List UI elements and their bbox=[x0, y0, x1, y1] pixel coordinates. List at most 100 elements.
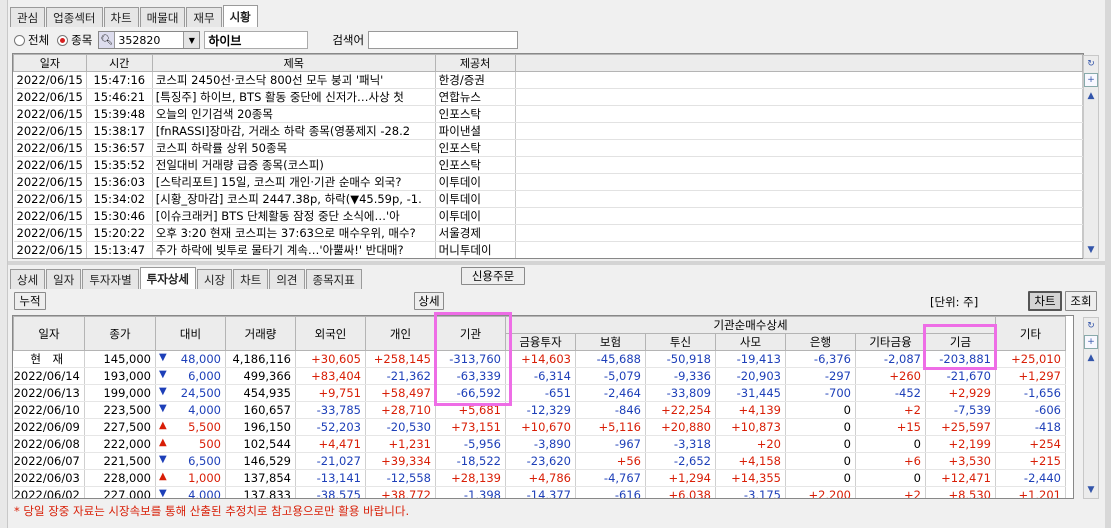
top-tab-1[interactable]: 업종섹터 bbox=[46, 7, 103, 27]
grid-value-cell: -3,890 bbox=[505, 435, 576, 453]
search-icon[interactable]: 🔍︎ bbox=[99, 32, 116, 48]
top-tab-0[interactable]: 관심 bbox=[10, 7, 46, 27]
top-tab-4[interactable]: 재무 bbox=[186, 7, 222, 27]
grid-value-cell: -418 bbox=[995, 418, 1066, 436]
news-cell: 전일대비 거래량 급증 종목(코스피) bbox=[152, 156, 436, 174]
credit-order-button[interactable]: 신용주문 bbox=[461, 267, 525, 285]
chevron-down-icon[interactable]: ▼ bbox=[183, 32, 200, 48]
grid-row[interactable]: 2022/06/09 227,500 ▲ 5,500 196,150 -52,203 -20… bbox=[13, 418, 1066, 436]
news-row[interactable]: 2022/06/15 15:46:21 [특징주] 하이브, BTS 활동 중단에 … bbox=[13, 88, 1083, 106]
grid-change-value: 5,500 bbox=[188, 420, 221, 434]
news-cell: 2022/06/15 bbox=[13, 139, 87, 157]
grid-value-cell: -12,558 bbox=[365, 469, 436, 487]
refresh-icon[interactable]: ↻ bbox=[1084, 319, 1098, 333]
cumulative-button[interactable]: 누적 bbox=[14, 292, 46, 310]
radio-all[interactable] bbox=[14, 34, 25, 46]
news-row[interactable]: 2022/06/15 15:34:02 [시황_장마감] 코스피 2447.38p,… bbox=[13, 190, 1083, 208]
news-empty-cell bbox=[515, 122, 1083, 140]
grid-value-cell: +2 bbox=[855, 401, 926, 419]
scroll-down-icon[interactable]: ▼ bbox=[1084, 243, 1098, 257]
grid-volume-cell: 137,833 bbox=[225, 486, 296, 498]
news-cell: 인포스탁 bbox=[435, 156, 516, 174]
grid-value-cell: -66,592 bbox=[435, 384, 506, 402]
grid-change-value: 6,500 bbox=[188, 454, 221, 468]
news-row[interactable]: 2022/06/15 15:38:17 [fnRASSI]장마감, 거래소 하락 종… bbox=[13, 122, 1083, 140]
news-row[interactable]: 2022/06/15 15:36:03 [스탁리포트] 15일, 코스피 개인·기관… bbox=[13, 173, 1083, 191]
news-cell: 이투데이 bbox=[435, 190, 516, 208]
grid-col-header: 사모 bbox=[715, 333, 786, 351]
grid-col-header: 개인 bbox=[365, 316, 436, 351]
grid-change-cell: ▲ 1,000 bbox=[155, 469, 226, 487]
sub-tab-6[interactable]: 의견 bbox=[269, 269, 305, 289]
footnote: * 당일 장중 자료는 시장속보를 통해 산출된 추정치로 참고용으로만 활용 … bbox=[14, 504, 410, 518]
chart-button[interactable]: 차트 bbox=[1028, 291, 1062, 311]
grid-row[interactable]: 2022/06/10 223,500 ▼ 4,000 160,657 -33,785 +28… bbox=[13, 401, 1066, 419]
news-cell: 15:38:17 bbox=[86, 122, 153, 140]
sub-tab-7[interactable]: 종목지표 bbox=[305, 269, 362, 289]
scroll-down-icon[interactable]: ▼ bbox=[1084, 483, 1098, 497]
top-tab-5[interactable]: 시황 bbox=[222, 5, 258, 27]
add-icon[interactable]: + bbox=[1084, 73, 1098, 87]
grid-scrollbar[interactable]: ↻ + ▲ ▼ bbox=[1083, 317, 1099, 499]
query-button[interactable]: 조회 bbox=[1065, 291, 1097, 311]
news-cell: 2022/06/15 bbox=[13, 71, 87, 89]
triangle-up-icon: ▲ bbox=[159, 471, 167, 482]
refresh-icon[interactable]: ↻ bbox=[1084, 57, 1098, 71]
grid-col-header: 외국인 bbox=[295, 316, 366, 351]
grid-value-cell: 0 bbox=[855, 469, 926, 487]
news-cell: 15:35:52 bbox=[86, 156, 153, 174]
grid-row[interactable]: 2022/06/07 221,500 ▼ 6,500 146,529 -21,027 +39… bbox=[13, 452, 1066, 470]
scroll-up-icon[interactable]: ▲ bbox=[1084, 351, 1098, 365]
news-cell: 15:46:21 bbox=[86, 88, 153, 106]
grid-row[interactable]: 2022/06/13 199,000 ▼ 24,500 454,935 +9,751 +58… bbox=[13, 384, 1066, 402]
grid-close-cell: 227,000 bbox=[84, 486, 156, 498]
grid-change-value: 24,500 bbox=[180, 386, 221, 400]
grid-col-header: 기타 bbox=[995, 316, 1066, 351]
sub-tab-5[interactable]: 차트 bbox=[233, 269, 269, 289]
triangle-up-icon: ▲ bbox=[159, 420, 167, 431]
news-row[interactable]: 2022/06/15 15:39:48 오늘의 인기검색 20종목 인포스탁 bbox=[13, 105, 1083, 123]
radio-stock[interactable] bbox=[57, 34, 69, 46]
news-cell: 2022/06/15 bbox=[13, 122, 87, 140]
grid-value-cell: +83,404 bbox=[295, 367, 366, 385]
news-row[interactable]: 2022/06/15 15:47:16 코스피 2450선·코스닥 800선 모두 … bbox=[13, 71, 1083, 89]
scroll-up-icon[interactable]: ▲ bbox=[1084, 89, 1098, 103]
grid-value-cell: +5,681 bbox=[435, 401, 506, 419]
pane-splitter[interactable] bbox=[8, 261, 1105, 265]
grid-change-value: 6,000 bbox=[188, 369, 221, 383]
stock-code-input[interactable]: 🔍︎ 352820 ▼ bbox=[98, 31, 201, 49]
news-row[interactable]: 2022/06/15 15:35:52 전일대비 거래량 급증 종목(코스피) 인포스… bbox=[13, 156, 1083, 174]
sub-tab-3[interactable]: 투자상세 bbox=[139, 267, 196, 289]
app-window: { "top_tabs": ["관심", "업종섹터", "차트", "매물대"… bbox=[0, 0, 1111, 528]
search-input[interactable] bbox=[368, 31, 519, 49]
grid-row[interactable]: 2022/06/03 228,000 ▲ 1,000 137,854 -13,141 -12… bbox=[13, 469, 1066, 487]
news-row[interactable]: 2022/06/15 15:13:47 주가 하락에 빚투로 물타기 계속…'아뿔싸… bbox=[13, 241, 1083, 258]
grid-close-cell: 145,000 bbox=[84, 350, 156, 368]
grid-row[interactable]: 2022/06/14 193,000 ▼ 6,000 499,366 +83,404 -21… bbox=[13, 367, 1066, 385]
grid-row[interactable]: 2022/06/02 227,000 ▼ 4,000 137,833 -38,575 +38… bbox=[13, 486, 1066, 498]
grid-row[interactable]: 현 재 145,000 ▼ 48,000 4,186,116 +30,605 +258,14… bbox=[13, 350, 1066, 368]
news-cell: [시황_장마감] 코스피 2447.38p, 하락(▼45.59p, -1. bbox=[152, 190, 436, 208]
grid-col-header: 종가 bbox=[84, 316, 156, 351]
top-tab-2[interactable]: 차트 bbox=[103, 7, 139, 27]
add-icon[interactable]: + bbox=[1084, 335, 1098, 349]
news-cell: [이슈크래커] BTS 단체활동 잠정 중단 소식에…'아 bbox=[152, 207, 436, 225]
news-row[interactable]: 2022/06/15 15:36:57 코스피 하락률 상위 50종목 인포스탁 bbox=[13, 139, 1083, 157]
news-row[interactable]: 2022/06/15 15:20:22 오후 3:20 현재 코스피는 37:63으… bbox=[13, 224, 1083, 242]
grid-row[interactable]: 2022/06/08 222,000 ▲ 500 102,544 +4,471 +1,231… bbox=[13, 435, 1066, 453]
sub-tab-1[interactable]: 일자 bbox=[46, 269, 82, 289]
news-scrollbar[interactable]: ↻ + ▲ ▼ bbox=[1083, 55, 1099, 259]
grid-volume-cell: 137,854 bbox=[225, 469, 296, 487]
detail-button[interactable]: 상세 bbox=[414, 292, 444, 310]
grid-value-cell: -7,539 bbox=[925, 401, 996, 419]
sub-tab-0[interactable]: 상세 bbox=[10, 269, 46, 289]
news-row[interactable]: 2022/06/15 15:30:46 [이슈크래커] BTS 단체활동 잠정 중단… bbox=[13, 207, 1083, 225]
grid-value-cell: +38,772 bbox=[365, 486, 436, 498]
sub-tab-4[interactable]: 시장 bbox=[197, 269, 233, 289]
grid-date-cell: 2022/06/08 bbox=[13, 435, 85, 453]
grid-value-cell: +254 bbox=[995, 435, 1066, 453]
radio-stock-label: 종목 bbox=[71, 33, 93, 47]
grid-value-cell: +215 bbox=[995, 452, 1066, 470]
sub-tab-2[interactable]: 투자자별 bbox=[82, 269, 139, 289]
top-tab-3[interactable]: 매물대 bbox=[139, 7, 186, 27]
